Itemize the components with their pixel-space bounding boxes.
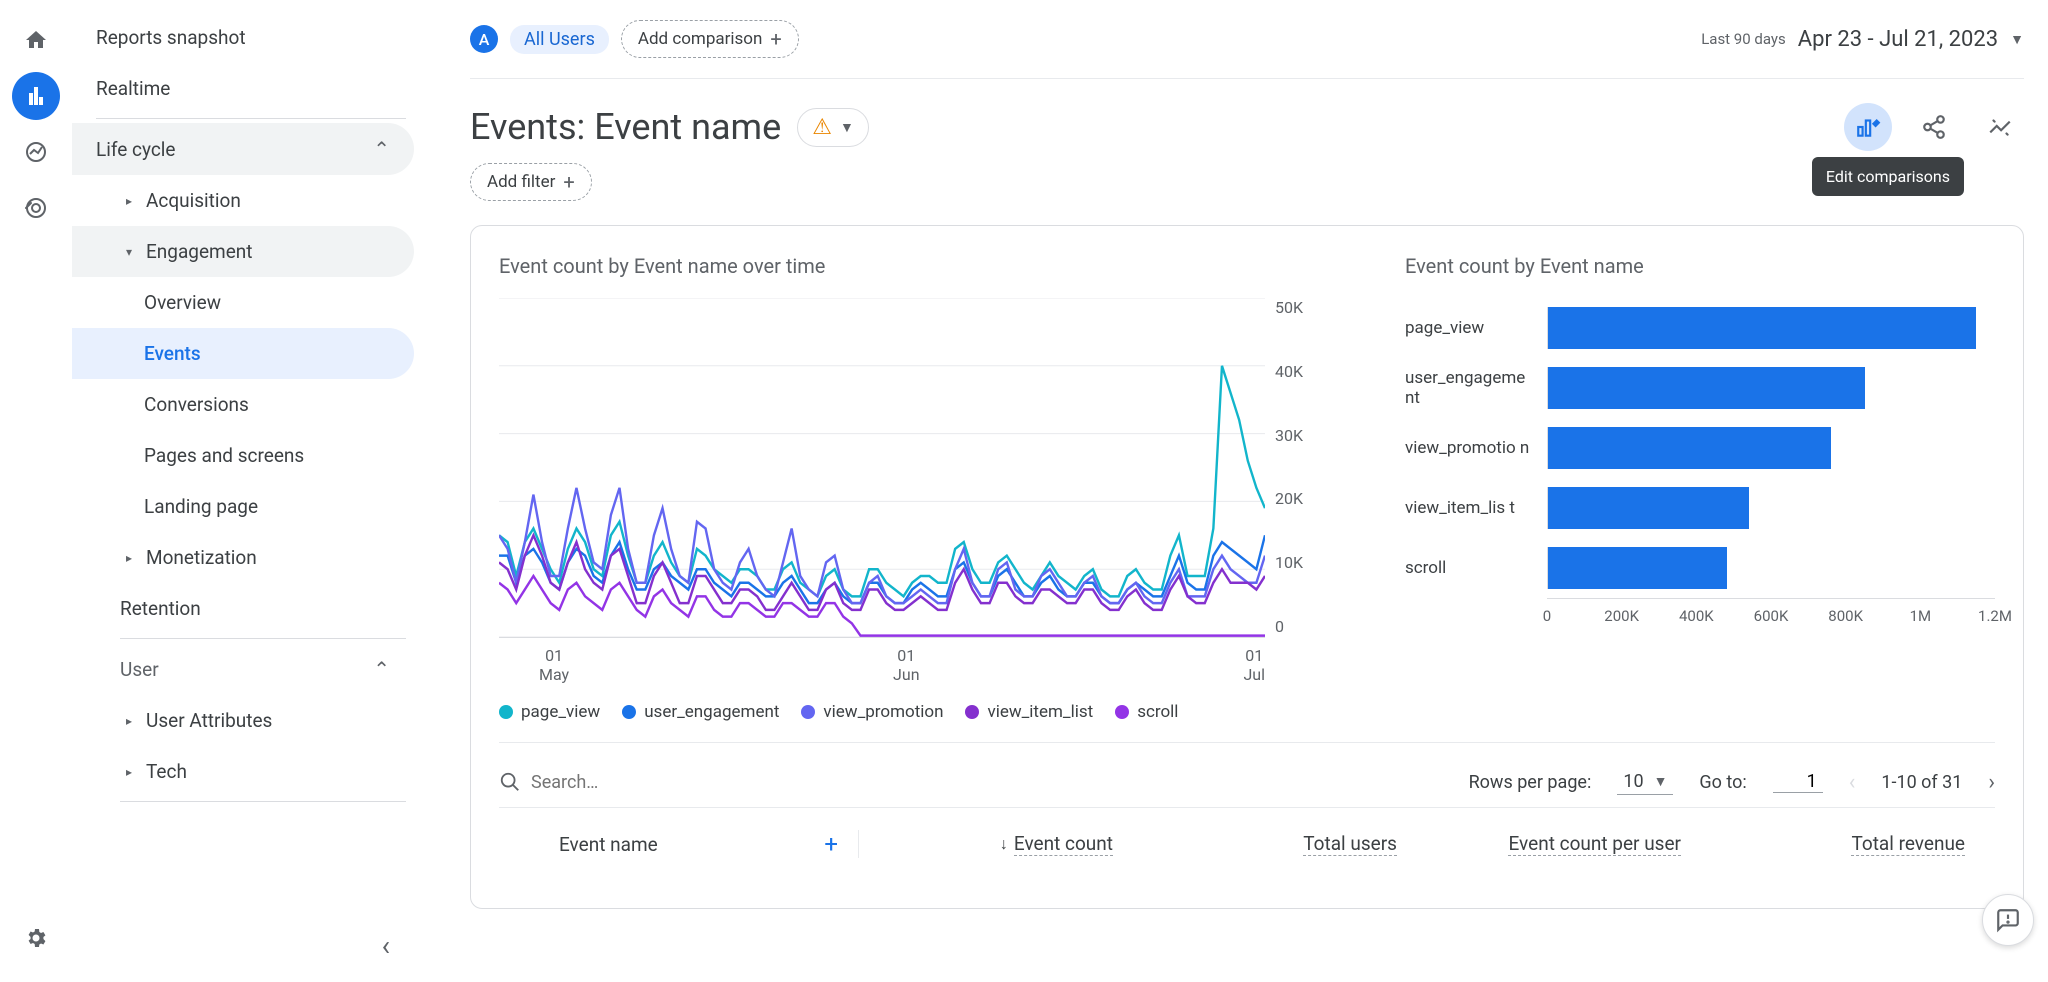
page-title: Events: Event name [470,106,781,148]
warning-chip[interactable]: ⚠ ▼ [797,108,869,147]
explore-icon[interactable] [12,128,60,176]
chart-card: Event count by Event name over time 50K4… [470,225,2024,909]
chevron-up-icon: ⌃ [373,657,390,681]
search-wrap [499,771,831,793]
rows-per-page-select[interactable]: 10 ▼ [1617,769,1673,795]
bar-x-axis: 0200K400K600K800K1M1.2M [1547,598,1995,628]
bar-chart-plot[interactable]: page_viewuser_engagementview_promotio nv… [1405,298,1995,598]
sidebar-conversions[interactable]: Conversions [72,379,414,430]
home-icon[interactable] [12,16,60,64]
line-chart-title: Event count by Event name over time [499,254,1325,278]
rows-per-page-label: Rows per page: [1469,772,1592,793]
settings-icon[interactable] [12,914,60,962]
th-total-revenue[interactable]: Total revenue [1711,830,1995,858]
icon-rail [0,0,72,982]
insights-button[interactable] [1976,103,2024,151]
search-input[interactable] [531,772,831,793]
tooltip: Edit comparisons [1812,157,1964,196]
search-icon [499,771,521,793]
sidebar-engagement[interactable]: ▾ Engagement [72,226,414,277]
chevron-up-icon: ⌃ [373,137,390,161]
plus-icon: + [563,170,574,194]
sidebar-section-lifecycle[interactable]: Life cycle ⌃ [72,123,414,175]
sidebar-retention[interactable]: Retention [72,583,414,634]
caret-right-icon: ▸ [120,192,138,210]
legend-item[interactable]: scroll [1115,702,1178,722]
chevron-down-icon: ▼ [2010,31,2024,48]
line-chart: Event count by Event name over time 50K4… [499,254,1325,722]
sidebar-lifecycle-label: Life cycle [96,138,175,161]
y-axis-labels: 50K40K30K20K10K0 [1265,298,1325,638]
sidebar-realtime[interactable]: Realtime [72,63,414,114]
sidebar-landing-page[interactable]: Landing page [72,481,414,532]
go-to-label: Go to: [1699,772,1746,793]
segment-chip[interactable]: All Users [510,25,609,54]
sidebar-reports-snapshot[interactable]: Reports snapshot [72,12,414,63]
collapse-sidebar-icon[interactable]: ‹ [382,929,390,962]
bar-row: user_engagement [1405,358,1995,418]
pagination-text: 1-10 of 31 [1881,772,1962,793]
add-filter-button[interactable]: Add filter + [470,163,592,201]
th-event-count[interactable]: ↓ Event count [859,830,1143,858]
reports-icon[interactable] [12,72,60,120]
add-comparison-button[interactable]: Add comparison + [621,20,799,58]
title-row: Events: Event name ⚠ ▼ Edit comparisons [470,79,2024,163]
date-range-text: Apr 23 - Jul 21, 2023 [1798,27,1998,52]
topbar: A All Users Add comparison + Last 90 day… [470,0,2024,79]
sidebar-events[interactable]: Events [72,328,414,379]
th-event-per-user[interactable]: Event count per user [1427,830,1711,858]
sidebar-section-user[interactable]: User ⌃ [72,643,414,695]
bar-chart-title: Event count by Event name [1405,254,1995,278]
date-range-picker[interactable]: Last 90 days Apr 23 - Jul 21, 2023 ▼ [1701,27,2024,52]
caret-right-icon: ▸ [120,763,138,781]
bar-row: view_promotio n [1405,418,1995,478]
line-chart-plot[interactable] [499,298,1265,638]
audience-badge: A [470,25,498,53]
feedback-button[interactable] [1982,894,2034,946]
go-to-input[interactable] [1773,771,1823,793]
prev-page-button[interactable]: ‹ [1849,770,1856,795]
caret-down-icon: ▾ [120,243,138,261]
sidebar-overview[interactable]: Overview [72,277,414,328]
legend-item[interactable]: view_promotion [801,702,943,722]
chevron-down-icon: ▼ [1654,773,1668,790]
bar-chart: Event count by Event name page_viewuser_… [1405,254,1995,722]
main-content: A All Users Add comparison + Last 90 day… [430,0,2048,982]
table-header: Event name + ↓ Event count Total users E… [499,808,1995,880]
plus-icon: + [770,27,781,51]
sidebar-acquisition[interactable]: ▸ Acquisition [72,175,414,226]
sort-down-icon: ↓ [1000,834,1008,854]
next-page-button[interactable]: › [1988,770,1995,795]
sidebar-user-attributes[interactable]: ▸ User Attributes [72,695,414,746]
advertising-icon[interactable] [12,184,60,232]
edit-comparisons-button[interactable] [1844,103,1892,151]
bar-row: scroll [1405,538,1995,598]
caret-right-icon: ▸ [120,549,138,567]
th-event-name[interactable]: Event name + [499,830,859,858]
x-axis-labels: 01May01Jun01Jul [499,638,1325,684]
date-hint: Last 90 days [1701,30,1786,48]
legend-item[interactable]: user_engagement [622,702,779,722]
chevron-down-icon: ▼ [840,119,854,136]
line-chart-legend: page_view user_engagement view_promotion vi… [499,702,1325,722]
caret-right-icon: ▸ [120,712,138,730]
add-dimension-icon[interactable]: + [824,830,838,858]
table-controls: Rows per page: 10 ▼ Go to: ‹ 1-10 of 31 … [499,742,1995,808]
warning-icon: ⚠ [812,115,832,140]
sidebar-tech[interactable]: ▸ Tech [72,746,414,797]
bar-row: page_view [1405,298,1995,358]
th-total-users[interactable]: Total users [1143,830,1427,858]
sidebar-pages-screens[interactable]: Pages and screens [72,430,414,481]
sidebar-monetization[interactable]: ▸ Monetization [72,532,414,583]
legend-item[interactable]: page_view [499,702,600,722]
sidebar: Reports snapshot Realtime Life cycle ⌃ ▸… [72,0,430,982]
bar-row: view_item_lis t [1405,478,1995,538]
share-button[interactable] [1910,103,1958,151]
legend-item[interactable]: view_item_list [965,702,1093,722]
